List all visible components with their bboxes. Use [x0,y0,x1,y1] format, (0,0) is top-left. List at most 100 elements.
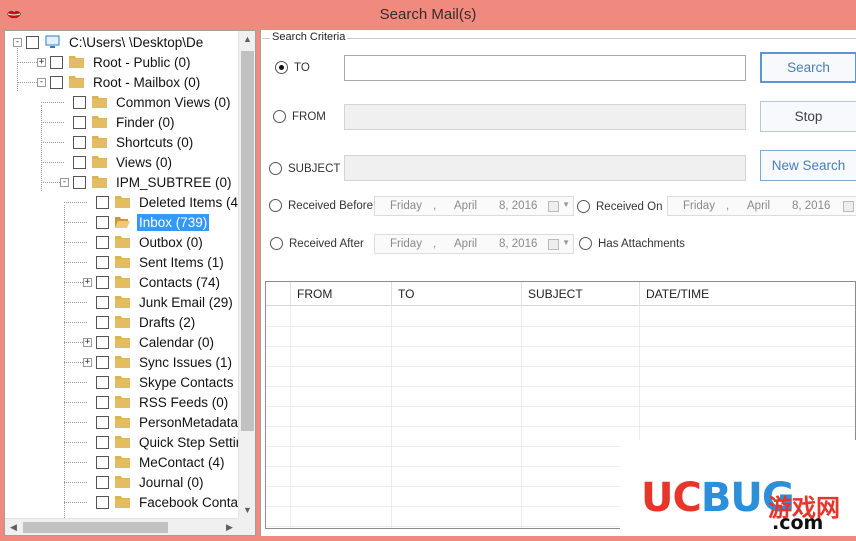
to-radio-option[interactable]: TO [275,61,310,74]
scroll-up-arrow-icon[interactable]: ▲ [239,31,255,48]
tree-item-common-views-0[interactable]: Common Views (0) [60,92,233,112]
received-after-radio-button[interactable] [270,237,283,250]
has-attachments-radio-button[interactable] [579,237,592,250]
tree-item-checkbox[interactable] [26,35,39,49]
to-input[interactable] [344,55,746,81]
tree-item-checkbox[interactable] [73,175,86,189]
grid-row-line [266,426,855,427]
scroll-down-arrow-icon[interactable]: ▼ [239,502,255,519]
stop-button[interactable]: Stop [760,101,856,132]
tree-item-checkbox[interactable] [50,75,63,89]
tree-item-sent-items-1[interactable]: Sent Items (1) [83,252,226,272]
received-before-radio-button[interactable] [269,199,282,212]
received-on-date-picker[interactable]: Friday , April 8, 2016 [667,196,856,216]
subject-input[interactable] [344,155,746,181]
tree-item-checkbox[interactable] [96,255,109,269]
tree-item-root-mailbox-0[interactable]: - Root - Mailbox (0) [37,72,202,92]
date-separator: , [433,238,437,250]
column-header-datetime[interactable]: DATE/TIME [639,282,855,306]
tree-item-checkbox[interactable] [96,455,109,469]
tree-item-checkbox[interactable] [96,235,109,249]
tree-item-shortcuts-0[interactable]: Shortcuts (0) [60,132,195,152]
tree-item-skype-contacts[interactable]: Skype Contacts ( [83,372,244,392]
tree-item-junk-email-29[interactable]: Junk Email (29) [83,292,235,312]
tree-item-checkbox[interactable] [96,415,109,429]
tree-vertical-scrollbar[interactable]: ▲ ▼ [238,31,255,519]
tree-item-checkbox[interactable] [50,55,63,69]
subject-radio-button[interactable] [269,162,282,175]
scroll-left-arrow-icon[interactable]: ◀ [5,519,22,535]
tree-item-checkbox[interactable] [73,135,86,149]
tree-item-sync-issues-1[interactable]: + Sync Issues (1) [83,352,234,372]
tree-item-checkbox[interactable] [96,215,109,229]
tree-item-root-public-0[interactable]: + Root - Public (0) [37,52,193,72]
calendar-icon[interactable] [843,201,854,212]
tree-item-rss-feeds-0[interactable]: RSS Feeds (0) [83,392,230,412]
tree-item-finder-0[interactable]: Finder (0) [60,112,177,132]
tree-item-checkbox[interactable] [96,475,109,489]
received-before-option[interactable]: Received Before [269,199,373,212]
tree-item-checkbox[interactable] [96,495,109,509]
tree-item-checkbox[interactable] [96,295,109,309]
from-radio-button[interactable] [273,110,286,123]
chevron-down-icon[interactable]: ▼ [562,200,570,209]
column-header-from[interactable]: FROM [290,282,391,306]
from-radio-option[interactable]: FROM [273,110,326,123]
column-header-subject[interactable]: SUBJECT [521,282,639,306]
calendar-icon[interactable] [548,201,559,212]
tree-item-checkbox[interactable] [96,275,109,289]
tree-item-c-users-desktop-de[interactable]: - C:\Users\ \Desktop\De [13,32,205,52]
tree-item-checkbox[interactable] [96,395,109,409]
vertical-scroll-thumb[interactable] [241,51,254,431]
has-attachments-option[interactable]: Has Attachments [579,237,685,250]
received-before-date-picker[interactable]: Friday , April 8, 2016 ▼ [374,196,574,216]
tree-item-checkbox[interactable] [73,115,86,129]
tree-item-checkbox[interactable] [73,95,86,109]
tree-item-checkbox[interactable] [96,375,109,389]
tree-item-inbox-739[interactable]: Inbox (739) [83,212,210,232]
received-on-option[interactable]: Received On [577,200,662,213]
tree-item-views-0[interactable]: Views (0) [60,152,174,172]
from-input[interactable] [344,104,746,130]
tree-item-journal-0[interactable]: Journal (0) [83,472,206,492]
search-button[interactable]: Search [760,52,856,83]
subject-radio-option[interactable]: SUBJECT [269,162,340,175]
tree-item-checkbox[interactable] [73,155,86,169]
tree-item-checkbox[interactable] [96,435,109,449]
horizontal-scroll-thumb[interactable] [23,522,168,533]
tree-horizontal-scrollbar[interactable]: ◀ ▶ [5,518,255,535]
tree-item-deleted-items-4[interactable]: Deleted Items (4 [83,192,240,212]
tree-item-calendar-0[interactable]: + Calendar (0) [83,332,216,352]
tree-item-outbox-0[interactable]: Outbox (0) [83,232,205,252]
column-header-to[interactable]: TO [391,282,521,306]
tree-item-quick-step-settin[interactable]: Quick Step Settin [83,432,245,452]
expand-icon[interactable]: + [83,357,92,367]
calendar-icon[interactable] [548,239,559,250]
tree-item-checkbox[interactable] [96,315,109,329]
tree-item-mecontact-4[interactable]: MeContact (4) [83,452,227,472]
date-day-year: 8, 2016 [499,200,538,212]
tree-item-drafts-2[interactable]: Drafts (2) [83,312,197,332]
tree-item-personmetadata[interactable]: PersonMetadata [83,412,240,432]
chevron-down-icon[interactable]: ▼ [562,238,570,247]
expand-icon[interactable]: + [37,57,46,67]
tree-item-ipm-subtree-0[interactable]: - IPM_SUBTREE (0) [60,172,234,192]
tree-item-checkbox[interactable] [96,355,109,369]
collapse-icon[interactable]: - [60,177,69,187]
folder-tree-panel[interactable]: - C:\Users\ \Desktop\De + Root - Public (0)… [4,30,256,536]
collapse-icon[interactable]: - [13,37,22,47]
tree-item-checkbox[interactable] [96,335,109,349]
new-search-button[interactable]: New Search [760,150,856,181]
tree-item-contacts-74[interactable]: + Contacts (74) [83,272,222,292]
expand-icon[interactable]: + [83,337,92,347]
received-after-date-picker[interactable]: Friday , April 8, 2016 ▼ [374,234,574,254]
scroll-right-arrow-icon[interactable]: ▶ [221,519,238,535]
received-after-option[interactable]: Received After [270,237,364,250]
to-radio-button[interactable] [275,61,288,74]
expand-icon[interactable]: + [83,277,92,287]
tree-item-facebook-conta[interactable]: Facebook Conta [83,492,240,512]
tree-item-checkbox[interactable] [96,195,109,209]
collapse-icon[interactable]: - [37,77,46,87]
received-on-radio-button[interactable] [577,200,590,213]
